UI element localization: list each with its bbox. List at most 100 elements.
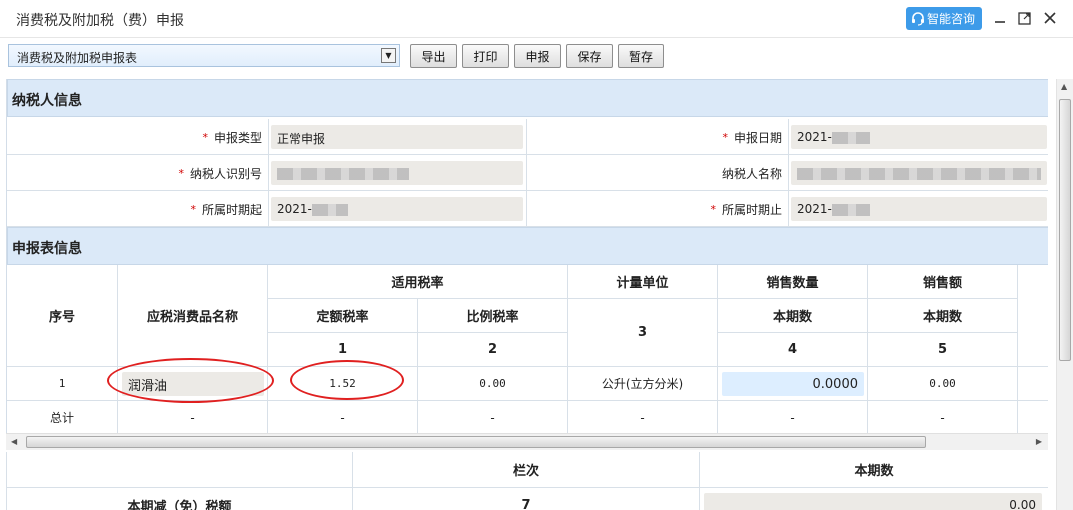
total-unit: -: [568, 401, 718, 435]
period-end-cell: 2021-: [789, 191, 1048, 227]
col-fixed-rate-header: 定额税率: [268, 299, 418, 333]
name-label: 纳税人名称: [721, 166, 782, 181]
window-title: 消费税及附加税（费）申报: [16, 13, 184, 29]
maximize-icon[interactable]: [1014, 8, 1034, 28]
lower-current-header: 本期数: [700, 452, 1048, 488]
close-icon[interactable]: [1040, 8, 1060, 28]
col-seq-header: 序号: [7, 265, 118, 367]
taxpayer-row-2: * 纳税人识别号 纳税人名称: [7, 155, 1048, 191]
col-number-2: 2: [418, 333, 568, 367]
qty-input[interactable]: 0.0000: [722, 372, 864, 396]
row-amount: 0.00: [868, 367, 1018, 401]
tin-field[interactable]: [271, 161, 523, 185]
period-start-field[interactable]: 2021-: [271, 197, 523, 221]
total-name: -: [118, 401, 268, 435]
decl-type-cell: 正常申报: [269, 119, 527, 155]
decl-type-label: 申报类型: [213, 130, 262, 145]
redacted-block: [831, 203, 870, 216]
period-end-value: 2021-: [797, 202, 832, 216]
col-rate-group-header: 适用税率: [268, 265, 568, 299]
tin-label: 纳税人识别号: [189, 166, 262, 181]
col-qty-header: 销售数量: [718, 265, 868, 299]
total-label: 总计: [7, 401, 118, 435]
total-qty: -: [718, 401, 868, 435]
vertical-scrollbar[interactable]: ▲: [1056, 79, 1073, 510]
name-field[interactable]: [791, 161, 1047, 185]
tin-cell: [269, 155, 527, 191]
horizontal-scroll-thumb[interactable]: [26, 436, 926, 448]
chevron-down-icon[interactable]: ▼: [381, 48, 396, 63]
total-amount: -: [868, 401, 1018, 435]
col-number-5: 5: [868, 333, 1018, 367]
period-start-cell: 2021-: [269, 191, 527, 227]
temp-save-button[interactable]: 暂存: [618, 44, 664, 68]
row-seq: 1: [7, 367, 118, 401]
decl-date-label: 申报日期: [733, 130, 782, 145]
row-prop-rate: 0.00: [418, 367, 568, 401]
highlight-ellipse-rate: [290, 360, 404, 400]
lower-row-value-cell: 0.00: [700, 488, 1048, 510]
lower-col-header: 栏次: [353, 452, 700, 488]
decl-date-cell: 2021-: [789, 119, 1048, 155]
redacted-block: [277, 167, 409, 180]
toolbar: 消费税及附加税申报表 ▼ 导出 打印 申报 保存 暂存: [0, 38, 1073, 76]
col-overflow-cell: [1018, 265, 1048, 367]
col-prop-rate-header: 比例税率: [418, 299, 568, 333]
taxpayer-row-1: * 申报类型 正常申报 * 申报日期 2021-: [7, 119, 1048, 155]
row-unit: 公升(立方分米): [568, 367, 718, 401]
required-mark: *: [722, 130, 728, 144]
total-fixed-rate: -: [268, 401, 418, 435]
period-start-value: 2021-: [277, 202, 312, 216]
row-qty-cell: 0.0000: [718, 367, 868, 401]
col-name-header: 应税消费品名称: [118, 265, 268, 367]
scroll-up-icon[interactable]: ▲: [1061, 82, 1067, 91]
print-button[interactable]: 打印: [462, 44, 509, 68]
minimize-icon[interactable]: [990, 8, 1010, 28]
horizontal-scrollbar[interactable]: ◀ ▶: [6, 433, 1048, 450]
period-end-field[interactable]: 2021-: [791, 197, 1047, 221]
declare-button[interactable]: 申报: [514, 44, 561, 68]
redacted-block: [831, 131, 870, 144]
col-amt-current-header: 本期数: [868, 299, 1018, 333]
headset-icon: [912, 11, 924, 26]
col-number-4: 4: [718, 333, 868, 367]
export-button[interactable]: 导出: [410, 44, 457, 68]
smart-consult-button[interactable]: 智能咨询: [906, 7, 982, 30]
title-bar: 消费税及附加税（费）申报 智能咨询: [0, 0, 1073, 38]
form-select-value: 消费税及附加税申报表: [17, 51, 138, 65]
name-label-cell: 纳税人名称: [527, 155, 789, 191]
lower-row-label: 本期减（免）税额: [6, 488, 353, 510]
period-end-label-cell: * 所属时期止: [527, 191, 789, 227]
col-amount-header: 销售额: [868, 265, 1018, 299]
tin-label-cell: * 纳税人识别号: [7, 155, 269, 191]
redacted-block: [797, 167, 1041, 180]
lower-table: 栏次 本期数 本期减（免）税额 7 0.00: [6, 452, 1048, 510]
col-number-3: 3: [568, 299, 718, 367]
col-qty-current-header: 本期数: [718, 299, 868, 333]
redacted-block: [311, 203, 348, 216]
period-start-label: 所属时期起: [201, 202, 262, 217]
required-mark: *: [202, 130, 208, 144]
scroll-right-icon[interactable]: ▶: [1036, 437, 1042, 446]
required-mark: *: [178, 166, 184, 180]
reduction-amount-field[interactable]: 0.00: [704, 493, 1042, 510]
row-overflow-cell: [1018, 367, 1048, 401]
required-mark: *: [190, 202, 196, 216]
scroll-left-icon[interactable]: ◀: [11, 437, 17, 446]
name-cell: [789, 155, 1048, 191]
col-unit-header: 计量单位: [568, 265, 718, 299]
form-select[interactable]: 消费税及附加税申报表 ▼: [8, 44, 400, 67]
decl-date-value: 2021-: [797, 130, 832, 144]
smart-consult-label: 智能咨询: [927, 12, 976, 26]
decl-type-label-cell: * 申报类型: [7, 119, 269, 155]
total-prop-rate: -: [418, 401, 568, 435]
total-overflow-cell: [1018, 401, 1048, 435]
period-end-label: 所属时期止: [721, 202, 782, 217]
decl-date-field[interactable]: 2021-: [791, 125, 1047, 149]
highlight-ellipse-name: [107, 358, 274, 403]
taxpayer-row-3: * 所属时期起 2021- * 所属时期止 2021-: [7, 191, 1048, 227]
save-button[interactable]: 保存: [566, 44, 613, 68]
main-panel: 纳税人信息 * 申报类型 正常申报 * 申报日期 2021- * 纳税人识别号: [6, 79, 1048, 439]
vertical-scroll-thumb[interactable]: [1059, 99, 1071, 361]
decl-type-field[interactable]: 正常申报: [271, 125, 523, 149]
